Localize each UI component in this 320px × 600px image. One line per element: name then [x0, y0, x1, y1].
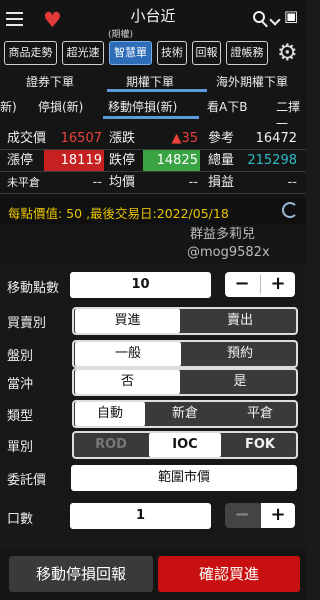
- position-type-row: 類型 自動 新倉 平倉: [0, 400, 306, 428]
- session-toggle: 一般 預約: [72, 340, 298, 368]
- profit-loss-label: 損益: [208, 175, 235, 190]
- position-type-toggle: 自動 新倉 平倉: [72, 400, 298, 428]
- refresh-icon[interactable]: [282, 202, 298, 218]
- fok-option[interactable]: FOK: [224, 433, 296, 457]
- last-price-value: 16507: [60, 131, 102, 146]
- watermark-name: 群益多莉兒: [190, 227, 256, 242]
- quantity-minus-button[interactable]: −: [225, 503, 259, 528]
- nav-item-report[interactable]: 回報: [192, 41, 221, 65]
- tab-new[interactable]: 新): [0, 98, 17, 115]
- limit-down-value: 14825: [156, 153, 198, 168]
- tab-oco[interactable]: 二擇一: [276, 98, 306, 132]
- order-kind-row: 單別 ROD IOC FOK: [0, 431, 306, 459]
- price-row: 委託價 範圍市價: [0, 464, 306, 491]
- session-row: 盤別 一般 預約: [0, 340, 306, 368]
- contract-info-text: 每點價值: 50 ,最後交易日:2022/05/18: [8, 206, 229, 221]
- price-label: 委託價: [7, 473, 47, 488]
- quote-panel: 成交價 16507 漲跌 ▲35 參考 16472 漲停 18119 跌停 14…: [0, 128, 306, 194]
- order-kind-label: 單別: [7, 440, 34, 455]
- new-position-option[interactable]: 新倉: [148, 402, 222, 426]
- nav-item-account[interactable]: 證帳務: [226, 41, 268, 65]
- open-interest-value: --: [92, 175, 102, 190]
- ioc-option[interactable]: IOC: [149, 433, 221, 457]
- average-price-value: --: [188, 175, 198, 190]
- limit-up-value: 18119: [60, 153, 102, 168]
- order-type-tabs: 新) 停損(新) 移動停損(新) 看A下B 二擇一: [0, 95, 306, 131]
- change-value: ▲35: [171, 131, 198, 146]
- open-interest-label: 未平倉: [7, 176, 40, 189]
- reserve-session-option[interactable]: 預約: [184, 342, 296, 366]
- screen: ♥ 小台近 (期權) ▣ 商品走勢 超光速 智慧單 技術 回報 證帳務 ⚙ 證券…: [0, 0, 306, 600]
- quantity-input[interactable]: 1: [70, 503, 211, 529]
- quantity-row: 口數 1 − +: [0, 503, 306, 530]
- volume-value: 215298: [247, 153, 297, 168]
- average-price-label: 均價: [109, 175, 136, 190]
- profit-loss-value: --: [287, 175, 297, 190]
- trail-points-row: 移動點數 10 − +: [0, 272, 306, 299]
- tab-futures-order[interactable]: 期權下單: [126, 73, 174, 90]
- daytrade-label: 當沖: [7, 377, 34, 392]
- close-position-option[interactable]: 平倉: [224, 402, 296, 426]
- daytrade-toggle: 否 是: [72, 368, 298, 396]
- confirm-buy-button[interactable]: 確認買進: [158, 556, 300, 592]
- quote-row: 漲停 18119 跌停 14825 總量 215298: [0, 150, 306, 172]
- quantity-plus-button[interactable]: +: [261, 503, 295, 528]
- search-icon[interactable]: [253, 11, 269, 28]
- limit-down-label: 跌停: [109, 153, 136, 168]
- limit-up-label: 漲停: [7, 153, 34, 168]
- trailing-stop-report-button[interactable]: 移動停損回報: [9, 556, 153, 592]
- nav-item-trend[interactable]: 商品走勢: [4, 41, 57, 65]
- sell-option[interactable]: 賣出: [184, 309, 296, 333]
- feature-nav: 商品走勢 超光速 智慧單 技術 回報 證帳務 ⚙: [0, 39, 306, 68]
- position-type-label: 類型: [7, 409, 34, 424]
- watermark-handle: @mog9582x: [187, 245, 270, 260]
- rod-option[interactable]: ROD: [75, 433, 147, 457]
- stepper-divider: [260, 275, 261, 294]
- dc-icon[interactable]: ▣: [284, 7, 298, 25]
- gear-icon[interactable]: ⚙: [277, 39, 298, 67]
- quantity-label: 口數: [7, 512, 34, 527]
- tab-stock-order[interactable]: 證券下單: [26, 73, 74, 90]
- daytrade-row: 當沖 否 是: [0, 368, 306, 396]
- quantity-stepper: − +: [225, 503, 295, 528]
- buy-sell-toggle: 買進 賣出: [72, 307, 298, 335]
- regular-session-option[interactable]: 一般: [75, 342, 181, 366]
- tab-watch-a-buy-b[interactable]: 看A下B: [207, 98, 247, 115]
- minus-button[interactable]: −: [225, 272, 259, 297]
- page-subtitle: (期權): [108, 30, 134, 40]
- reference-value: 16472: [255, 131, 297, 146]
- title-bar: ♥ 小台近 (期權) ▣: [0, 0, 306, 40]
- tab-stop-loss[interactable]: 停損(新): [38, 98, 83, 115]
- last-price-label: 成交價: [7, 131, 47, 146]
- auto-option[interactable]: 自動: [75, 402, 145, 426]
- trail-points-label: 移動點數: [7, 281, 60, 296]
- quote-row: 成交價 16507 漲跌 ▲35 參考 16472: [0, 128, 306, 150]
- plus-button[interactable]: +: [261, 272, 295, 297]
- market-tabs: 證券下單 期權下單 海外期權下單: [0, 70, 306, 92]
- session-label: 盤別: [7, 349, 34, 364]
- trail-points-stepper: − +: [225, 272, 295, 297]
- tab-overseas-order[interactable]: 海外期權下單: [216, 73, 288, 90]
- buy-sell-label: 買賣別: [7, 316, 47, 331]
- reference-label: 參考: [208, 131, 235, 146]
- trail-points-input[interactable]: 10: [70, 272, 211, 298]
- buy-option[interactable]: 買進: [75, 309, 180, 333]
- volume-label: 總量: [208, 153, 235, 168]
- nav-item-smart-order[interactable]: 智慧單: [109, 41, 152, 65]
- nav-item-lightspeed[interactable]: 超光速: [62, 41, 104, 65]
- quote-row: 未平倉 -- 均價 -- 損益 --: [0, 172, 306, 194]
- nav-item-technical[interactable]: 技術: [157, 41, 187, 65]
- active-subtab-indicator: [103, 116, 199, 119]
- daytrade-no-option[interactable]: 否: [75, 370, 180, 394]
- active-tab-indicator: [107, 89, 207, 92]
- order-form: 移動點數 10 − + 買賣別 買進 賣出 盤別 一般 預約 當沖 否 是 類型…: [0, 263, 306, 550]
- tab-trailing-stop[interactable]: 移動停損(新): [108, 98, 177, 115]
- order-kind-toggle: ROD IOC FOK: [72, 431, 298, 459]
- price-input[interactable]: 範圍市價: [71, 465, 297, 491]
- buy-sell-row: 買賣別 買進 賣出: [0, 307, 306, 335]
- change-label: 漲跌: [109, 131, 136, 146]
- daytrade-yes-option[interactable]: 是: [184, 370, 296, 394]
- contract-info-bar: 每點價值: 50 ,最後交易日:2022/05/18: [0, 198, 306, 225]
